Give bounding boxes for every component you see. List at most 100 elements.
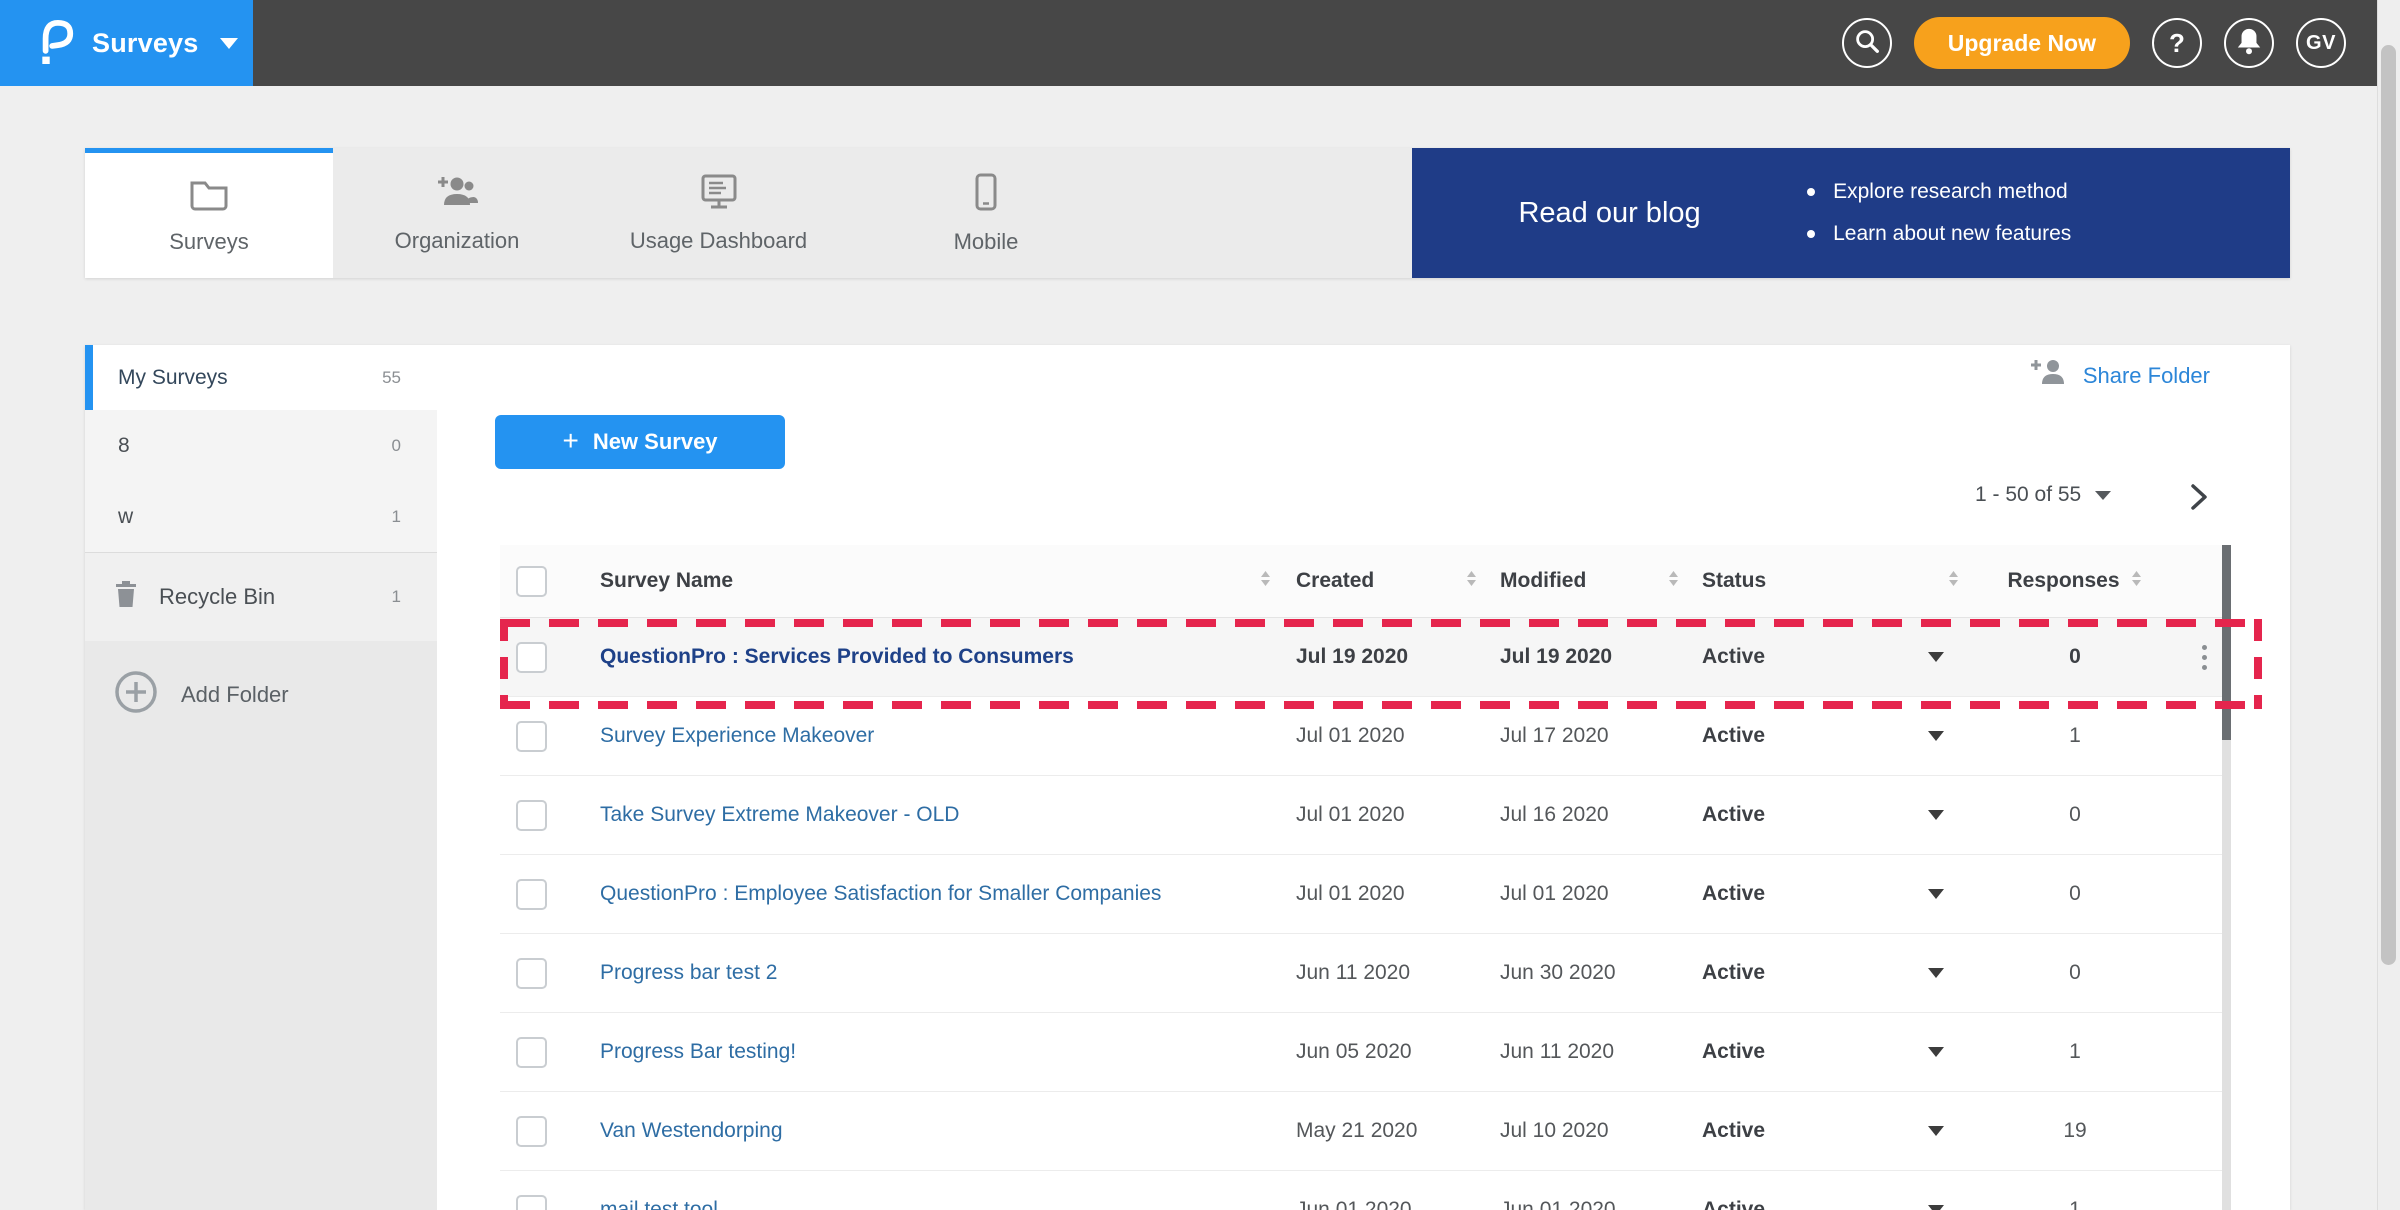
folders-sidebar: My Surveys 55 8 0 w 1 Recycle Bin 1 [85, 345, 437, 1210]
row-checkbox[interactable] [516, 1195, 547, 1210]
recycle-bin-count: 1 [392, 587, 401, 607]
row-checkbox[interactable] [516, 800, 547, 831]
modified-date: Jun 01 2020 [1500, 1198, 1616, 1210]
row-checkbox[interactable] [516, 642, 547, 673]
status-value[interactable]: Active [1702, 1040, 1765, 1064]
caret-down-icon[interactable] [1928, 1047, 1944, 1057]
status-value[interactable]: Active [1702, 961, 1765, 985]
responses-count: 1 [2069, 724, 2081, 748]
modified-date: Jul 17 2020 [1500, 724, 1609, 748]
tab-mobile[interactable]: Mobile [856, 148, 1116, 278]
table-scrollbar-thumb[interactable] [2222, 545, 2231, 740]
survey-name-link[interactable]: Van Westendorping [600, 1119, 783, 1143]
chevron-down-icon [220, 38, 238, 49]
next-page-button[interactable] [2179, 479, 2219, 519]
row-checkbox[interactable] [516, 958, 547, 989]
row-checkbox[interactable] [516, 721, 547, 752]
caret-down-icon[interactable] [1928, 968, 1944, 978]
table-scrollbar[interactable] [2222, 545, 2231, 1210]
survey-name-link[interactable]: QuestionPro : Services Provided to Consu… [600, 645, 1074, 669]
search-button[interactable] [1842, 18, 1892, 68]
caret-down-icon[interactable] [1928, 810, 1944, 820]
tab-organization[interactable]: Organization [333, 148, 581, 278]
status-value[interactable]: Active [1702, 1119, 1765, 1143]
bell-icon [2235, 26, 2263, 61]
sort-icon[interactable] [1947, 570, 1960, 592]
survey-name-link[interactable]: Take Survey Extreme Makeover - OLD [600, 803, 959, 827]
table-row[interactable]: Survey Experience Makeover Jul 01 2020 J… [500, 697, 2228, 776]
created-date: Jul 01 2020 [1296, 882, 1405, 906]
tabs-spacer [1116, 148, 1412, 278]
sidebar-item-recycle-bin[interactable]: Recycle Bin 1 [85, 553, 437, 641]
blog-banner[interactable]: Read our blog Explore research method Le… [1412, 148, 2290, 278]
folder-icon [188, 176, 230, 217]
page-scrollbar-thumb[interactable] [2381, 45, 2396, 965]
help-button[interactable]: ? [2152, 18, 2202, 68]
modified-date: Jul 16 2020 [1500, 803, 1609, 827]
row-checkbox[interactable] [516, 879, 547, 910]
survey-name-link[interactable]: Survey Experience Makeover [600, 724, 874, 748]
pagination: 1 - 50 of 55 [1975, 483, 2111, 507]
sort-icon[interactable] [1465, 570, 1478, 592]
row-checkbox[interactable] [516, 1116, 547, 1147]
table-row[interactable]: Progress Bar testing! Jun 05 2020 Jun 11… [500, 1013, 2228, 1092]
new-survey-button[interactable]: + New Survey [495, 415, 785, 469]
status-value[interactable]: Active [1702, 645, 1765, 669]
sort-icon[interactable] [2130, 570, 2143, 592]
folder-count: 0 [392, 436, 401, 456]
share-folder-button[interactable]: Share Folder [2029, 358, 2210, 393]
notifications-button[interactable] [2224, 18, 2274, 68]
caret-down-icon[interactable] [1928, 889, 1944, 899]
new-survey-label: New Survey [593, 429, 718, 455]
responses-count: 0 [2069, 882, 2081, 906]
sidebar-item-my-surveys[interactable]: My Surveys 55 [85, 345, 437, 410]
column-header-responses[interactable]: Responses [2007, 569, 2119, 593]
table-row[interactable]: QuestionPro : Services Provided to Consu… [500, 618, 2228, 697]
survey-name-link[interactable]: mail test tool [600, 1198, 718, 1210]
page-scrollbar[interactable] [2377, 0, 2400, 1210]
status-value[interactable]: Active [1702, 1198, 1765, 1210]
sidebar-item-folder-w[interactable]: w 1 [85, 481, 437, 552]
folder-count: 1 [392, 507, 401, 527]
tab-surveys[interactable]: Surveys [85, 148, 333, 278]
status-value[interactable]: Active [1702, 803, 1765, 827]
table-row[interactable]: mail test tool Jun 01 2020 Jun 01 2020 A… [500, 1171, 2228, 1210]
column-header-created[interactable]: Created [1296, 569, 1374, 593]
status-value[interactable]: Active [1702, 724, 1765, 748]
survey-name-link[interactable]: Progress bar test 2 [600, 961, 777, 985]
column-header-status[interactable]: Status [1702, 569, 1766, 593]
mobile-icon [973, 172, 999, 217]
column-header-survey-name[interactable]: Survey Name [600, 569, 733, 593]
table-row[interactable]: Take Survey Extreme Makeover - OLD Jul 0… [500, 776, 2228, 855]
share-folder-label: Share Folder [2083, 363, 2210, 389]
caret-down-icon[interactable] [1928, 1205, 1944, 1210]
responses-count: 0 [2069, 961, 2081, 985]
upgrade-now-button[interactable]: Upgrade Now [1914, 17, 2130, 69]
tab-usage-dashboard[interactable]: Usage Dashboard [581, 148, 856, 278]
kebab-menu-icon[interactable] [2202, 645, 2207, 670]
sort-icon[interactable] [1667, 570, 1680, 592]
caret-down-icon[interactable] [1928, 652, 1944, 662]
caret-down-icon[interactable] [1928, 731, 1944, 741]
caret-down-icon[interactable] [1928, 1126, 1944, 1136]
column-header-modified[interactable]: Modified [1500, 569, 1586, 593]
recycle-bin-label: Recycle Bin [159, 584, 275, 610]
add-people-icon [435, 173, 479, 216]
sort-icon[interactable] [1259, 570, 1272, 592]
add-folder-button[interactable]: Add Folder [85, 669, 437, 721]
sidebar-item-folder-8[interactable]: 8 0 [85, 410, 437, 481]
select-all-checkbox[interactable] [516, 566, 547, 597]
row-checkbox[interactable] [516, 1037, 547, 1068]
help-icon: ? [2169, 28, 2185, 59]
table-row[interactable]: QuestionPro : Employee Satisfaction for … [500, 855, 2228, 934]
table-row[interactable]: Van Westendorping May 21 2020 Jul 10 202… [500, 1092, 2228, 1171]
caret-down-icon[interactable] [2095, 491, 2111, 500]
product-menu[interactable]: Surveys [0, 0, 253, 86]
table-row[interactable]: Progress bar test 2 Jun 11 2020 Jun 30 2… [500, 934, 2228, 1013]
created-date: Jun 05 2020 [1296, 1040, 1412, 1064]
survey-name-link[interactable]: QuestionPro : Employee Satisfaction for … [600, 882, 1161, 906]
avatar[interactable]: GV [2296, 18, 2346, 68]
status-value[interactable]: Active [1702, 882, 1765, 906]
tab-label: Usage Dashboard [630, 228, 807, 254]
survey-name-link[interactable]: Progress Bar testing! [600, 1040, 796, 1064]
